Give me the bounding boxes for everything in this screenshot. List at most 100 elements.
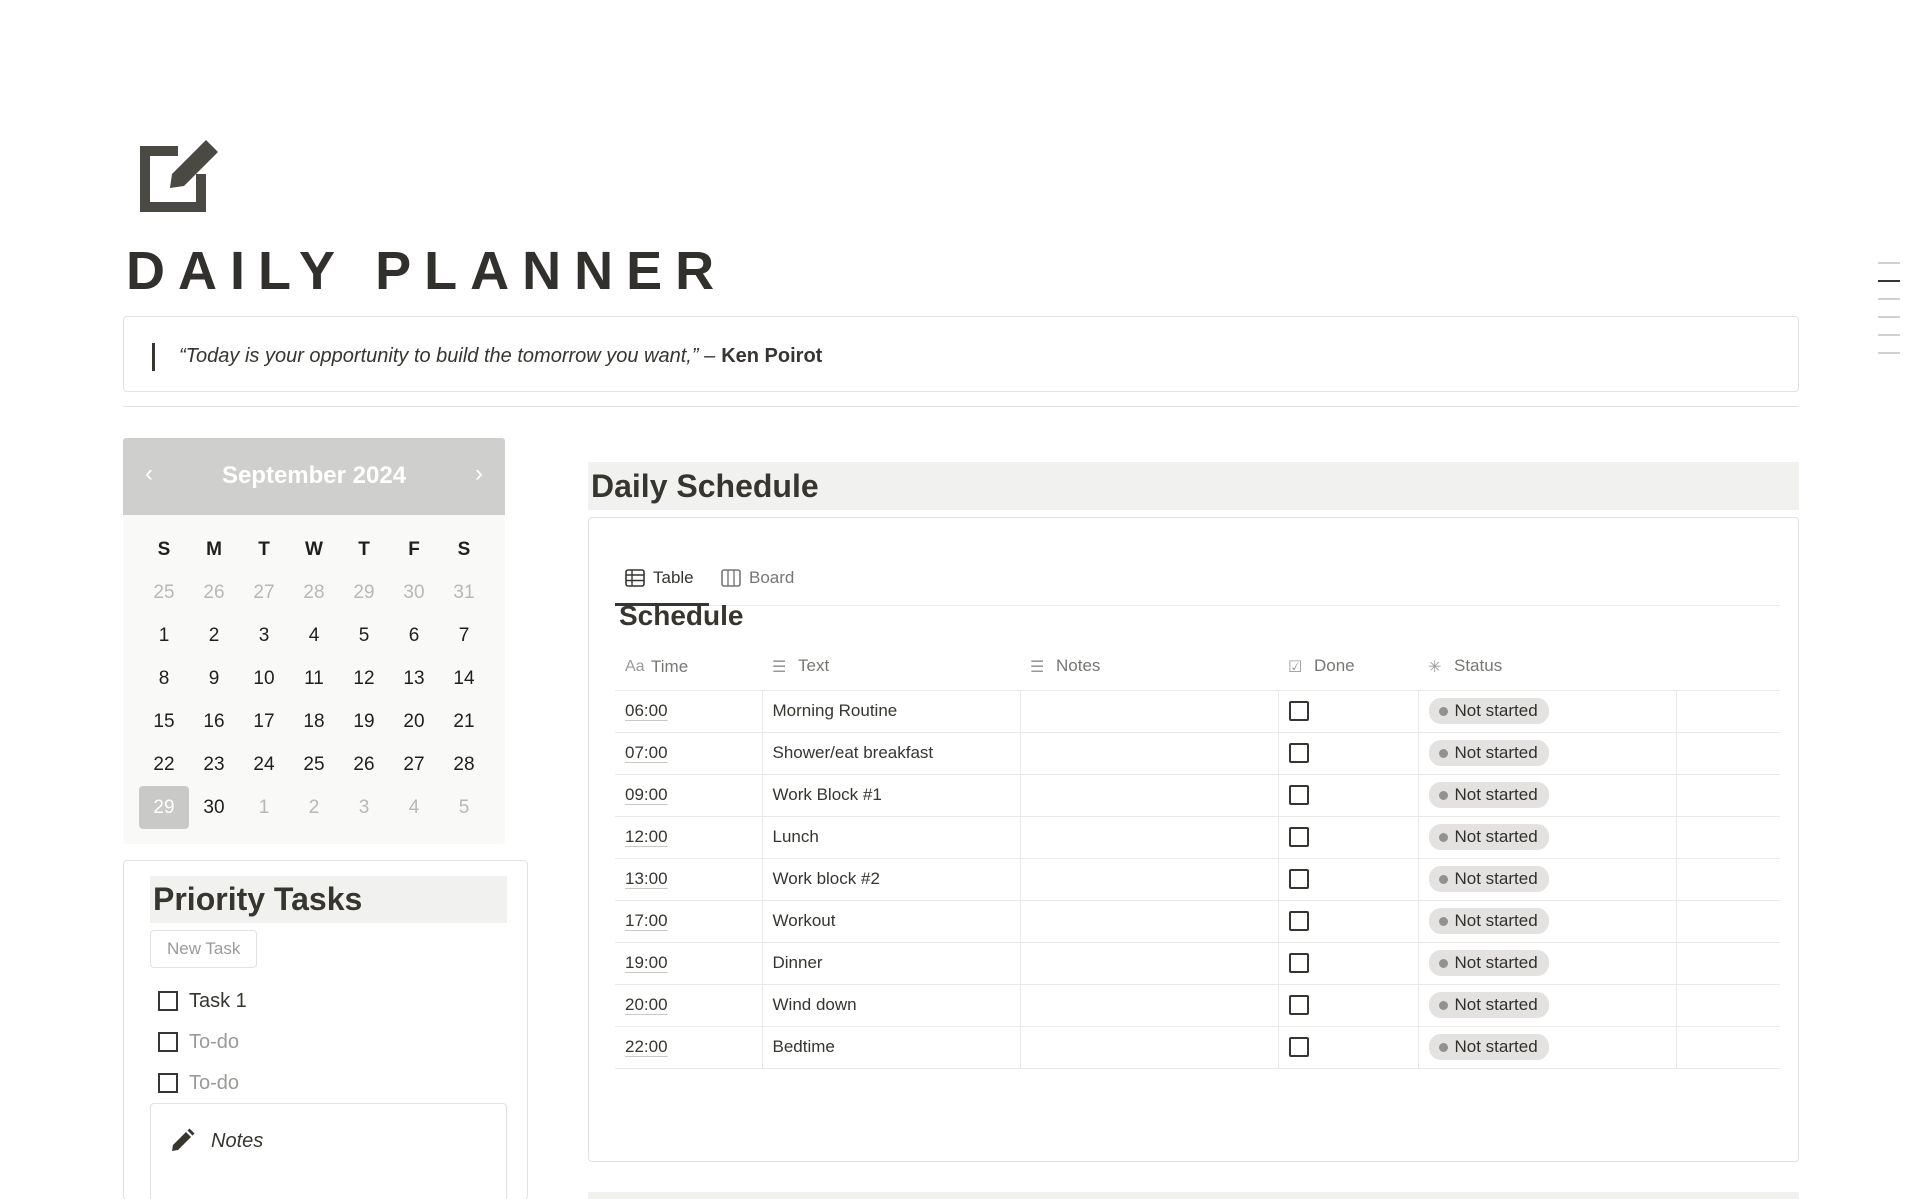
table-row[interactable]: 19:00 Dinner Not started [615, 942, 1780, 985]
done-checkbox[interactable] [1288, 1037, 1309, 1057]
calendar-day[interactable]: 3 [239, 614, 289, 657]
time-value[interactable]: 09:00 [625, 785, 668, 804]
done-checkbox[interactable] [1288, 785, 1309, 805]
time-value[interactable]: 07:00 [625, 743, 668, 762]
notes-cell[interactable] [1020, 1026, 1279, 1069]
status-badge[interactable]: Not started [1428, 1034, 1549, 1060]
calendar-day[interactable]: 26 [339, 743, 389, 786]
status-badge[interactable]: Not started [1428, 740, 1549, 766]
table-row[interactable]: 20:00 Wind down Not started [615, 984, 1780, 1027]
notes-cell[interactable] [1020, 816, 1279, 859]
status-cell[interactable]: Not started [1418, 690, 1677, 733]
table-row[interactable]: 17:00 Workout Not started [615, 900, 1780, 943]
chevron-right-icon[interactable]: › [475, 460, 483, 488]
table-row[interactable]: 06:00 Morning Routine Not started [615, 690, 1780, 733]
calendar-day[interactable]: 31 [439, 571, 489, 614]
todo-item[interactable]: Task 1 [158, 987, 247, 1015]
status-badge[interactable]: Not started [1428, 698, 1549, 724]
time-cell[interactable]: 09:00 [615, 774, 763, 817]
calendar-day[interactable]: 5 [339, 614, 389, 657]
calendar-day[interactable]: 30 [389, 571, 439, 614]
notes-cell[interactable] [1020, 858, 1279, 901]
status-badge[interactable]: Not started [1428, 992, 1549, 1018]
calendar-day[interactable]: 1 [139, 614, 189, 657]
table-row[interactable]: 09:00 Work Block #1 Not started [615, 774, 1780, 817]
time-cell[interactable]: 06:00 [615, 690, 763, 733]
notes-cell[interactable] [1020, 900, 1279, 943]
done-checkbox[interactable] [1288, 911, 1309, 931]
time-value[interactable]: 06:00 [625, 701, 668, 720]
time-value[interactable]: 22:00 [625, 1037, 668, 1056]
status-cell[interactable]: Not started [1418, 732, 1677, 775]
time-cell[interactable]: 17:00 [615, 900, 763, 943]
calendar-day[interactable]: 10 [239, 657, 289, 700]
time-value[interactable]: 17:00 [625, 911, 668, 930]
todo-checkbox[interactable] [158, 1073, 178, 1093]
calendar-day[interactable]: 4 [389, 786, 439, 829]
outline-item[interactable] [1878, 352, 1900, 354]
time-cell[interactable]: 07:00 [615, 732, 763, 775]
done-checkbox[interactable] [1288, 869, 1309, 889]
table-row[interactable]: 13:00 Work block #2 Not started [615, 858, 1780, 901]
calendar-day[interactable]: 16 [189, 700, 239, 743]
done-checkbox[interactable] [1288, 701, 1309, 721]
text-cell[interactable]: Dinner [762, 942, 1021, 985]
todo-checkbox[interactable] [158, 991, 178, 1011]
done-checkbox[interactable] [1288, 995, 1309, 1015]
column-header-text[interactable]: ☰ Text [762, 644, 1020, 691]
outline-item[interactable] [1878, 298, 1900, 300]
column-header-notes[interactable]: ☰ Notes [1020, 644, 1278, 691]
todo-item[interactable]: To-do [158, 1069, 239, 1097]
calendar-day[interactable]: 18 [289, 700, 339, 743]
done-cell[interactable] [1278, 732, 1419, 775]
todo-label[interactable]: To-do [189, 1072, 239, 1095]
time-value[interactable]: 13:00 [625, 869, 668, 888]
calendar-day[interactable]: 9 [189, 657, 239, 700]
calendar-day[interactable]: 8 [139, 657, 189, 700]
calendar-day[interactable]: 2 [289, 786, 339, 829]
text-cell[interactable]: Shower/eat breakfast [762, 732, 1021, 775]
tab-table[interactable]: Table [625, 568, 694, 588]
calendar-day[interactable]: 26 [189, 571, 239, 614]
done-cell[interactable] [1278, 942, 1419, 985]
table-row[interactable]: 07:00 Shower/eat breakfast Not started [615, 732, 1780, 775]
done-cell[interactable] [1278, 858, 1419, 901]
status-badge[interactable]: Not started [1428, 950, 1549, 976]
status-badge[interactable]: Not started [1428, 782, 1549, 808]
calendar-day[interactable]: 6 [389, 614, 439, 657]
outline-item[interactable] [1878, 316, 1900, 318]
outline-item[interactable] [1878, 262, 1900, 264]
time-value[interactable]: 19:00 [625, 953, 668, 972]
calendar-day[interactable]: 25 [289, 743, 339, 786]
calendar-day[interactable]: 5 [439, 786, 489, 829]
calendar-day[interactable]: 15 [139, 700, 189, 743]
calendar-day[interactable]: 23 [189, 743, 239, 786]
time-cell[interactable]: 19:00 [615, 942, 763, 985]
calendar-day[interactable]: 28 [289, 571, 339, 614]
new-task-button[interactable]: New Task [150, 930, 258, 968]
status-cell[interactable]: Not started [1418, 858, 1677, 901]
todo-checkbox[interactable] [158, 1032, 178, 1052]
status-cell[interactable]: Not started [1418, 816, 1677, 859]
column-header-time[interactable]: Aa Time [615, 644, 762, 691]
done-cell[interactable] [1278, 774, 1419, 817]
text-cell[interactable]: Workout [762, 900, 1021, 943]
status-cell[interactable]: Not started [1418, 942, 1677, 985]
tab-board[interactable]: Board [721, 568, 794, 588]
status-badge[interactable]: Not started [1428, 908, 1549, 934]
time-value[interactable]: 12:00 [625, 827, 668, 846]
todo-item[interactable]: To-do [158, 1028, 239, 1056]
database-title[interactable]: Schedule [619, 600, 743, 632]
text-cell[interactable]: Wind down [762, 984, 1021, 1027]
done-cell[interactable] [1278, 1026, 1419, 1069]
calendar-day[interactable]: 11 [289, 657, 339, 700]
calendar-day[interactable]: 20 [389, 700, 439, 743]
outline-item[interactable] [1878, 334, 1900, 336]
calendar-day[interactable]: 25 [139, 571, 189, 614]
calendar-day[interactable]: 27 [389, 743, 439, 786]
calendar-day[interactable]: 19 [339, 700, 389, 743]
calendar-day[interactable]: 27 [239, 571, 289, 614]
status-badge[interactable]: Not started [1428, 866, 1549, 892]
notes-cell[interactable] [1020, 690, 1279, 733]
column-header-status[interactable]: ✳ Status [1418, 644, 1676, 691]
